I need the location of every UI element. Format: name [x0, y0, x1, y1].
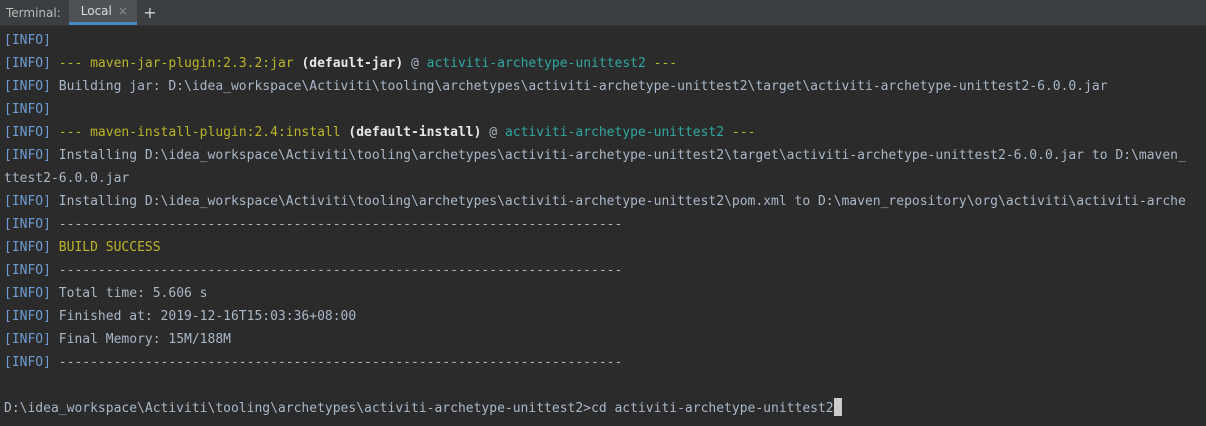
console-text: Total time: 5.606 s [58, 286, 208, 301]
info-tag: [INFO] [4, 286, 51, 301]
console-line: [INFO] --- maven-jar-plugin:2.3.2:jar (d… [4, 52, 677, 75]
info-tag: [INFO] [4, 194, 51, 209]
build-status: BUILD SUCCESS [58, 240, 161, 255]
console-line: [INFO] Installing D:\idea_workspace\Acti… [4, 190, 1186, 213]
info-tag: [INFO] [4, 125, 51, 140]
separator: ----------------------------------------… [58, 217, 623, 232]
console-text: Building jar: D:\idea_workspace\Activiti… [58, 79, 1108, 94]
add-tab-button[interactable]: + [137, 0, 163, 25]
plugin-at: @ [411, 56, 419, 71]
info-tag: [INFO] [4, 263, 51, 278]
plugin-dashes: --- [58, 56, 83, 71]
plugin-dashes: --- [731, 125, 756, 140]
info-tag: [INFO] [4, 102, 51, 117]
terminal-title: Terminal: [6, 5, 61, 20]
separator: ----------------------------------------… [58, 263, 623, 278]
artifact-name: activiti-archetype-unittest2 [504, 125, 725, 140]
console-text: Finished at: 2019-12-16T15:03:36+08:00 [58, 309, 357, 324]
console-text: Installing D:\idea_workspace\Activiti\to… [58, 148, 1186, 163]
console-line: [INFO] ---------------------------------… [4, 213, 622, 236]
console-text: Installing D:\idea_workspace\Activiti\to… [58, 194, 1186, 209]
console-line: [INFO] BUILD SUCCESS [4, 236, 161, 259]
prompt-line[interactable]: D:\idea_workspace\Activiti\tooling\arche… [4, 397, 842, 420]
tab-local-label: Local [80, 4, 112, 18]
info-tag: [INFO] [4, 56, 51, 71]
console-line: [INFO] Final Memory: 15M/188M [4, 328, 231, 351]
console-line: [INFO] Building jar: D:\idea_workspace\A… [4, 75, 1108, 98]
info-tag: [INFO] [4, 240, 51, 255]
info-tag: [INFO] [4, 217, 51, 232]
plugin-dashes: --- [653, 56, 678, 71]
info-tag: [INFO] [4, 79, 51, 94]
plugin-execution: (default-install) [348, 125, 482, 140]
info-tag: [INFO] [4, 332, 51, 347]
artifact-name: activiti-archetype-unittest2 [426, 56, 646, 71]
info-tag: [INFO] [4, 148, 51, 163]
plugin-name: maven-install-plugin:2.4:install [90, 125, 341, 140]
plugin-at: @ [489, 125, 498, 140]
console-line: [INFO] Total time: 5.606 s [4, 282, 208, 305]
prompt-path: D:\idea_workspace\Activiti\tooling\arche… [4, 401, 591, 416]
plus-icon: + [143, 3, 157, 22]
console-text: ttest2-6.0.0.jar [4, 171, 130, 186]
console-line: [INFO] --- maven-install-plugin:2.4:inst… [4, 121, 755, 144]
info-tag: [INFO] [4, 355, 51, 370]
console-line: [INFO] Installing D:\idea_workspace\Acti… [4, 144, 1186, 167]
plugin-dashes: --- [58, 125, 83, 140]
terminal-tab-bar: Terminal: Local × + [0, 0, 1206, 26]
close-icon[interactable]: × [118, 4, 128, 18]
plugin-execution: (default-jar) [301, 56, 404, 71]
console-line: [INFO] [4, 98, 51, 121]
plugin-name: maven-jar-plugin:2.3.2:jar [90, 56, 294, 71]
terminal-output[interactable]: [INFO] [INFO] --- maven-jar-plugin:2.3.2… [0, 26, 1206, 426]
info-tag: [INFO] [4, 309, 51, 324]
console-line: [INFO] Finished at: 2019-12-16T15:03:36+… [4, 305, 356, 328]
console-text: Final Memory: 15M/188M [58, 332, 231, 347]
console-line: [INFO] ---------------------------------… [4, 259, 622, 282]
prompt-command: cd activiti-archetype-unittest2 [591, 401, 834, 416]
text-cursor [833, 398, 842, 416]
console-line-wrap: ttest2-6.0.0.jar [4, 167, 129, 190]
console-line: [INFO] [4, 29, 51, 52]
separator: ----------------------------------------… [58, 355, 623, 370]
info-tag: [INFO] [4, 33, 51, 48]
tab-local[interactable]: Local × [68, 0, 137, 25]
console-line: [INFO] ---------------------------------… [4, 351, 622, 374]
